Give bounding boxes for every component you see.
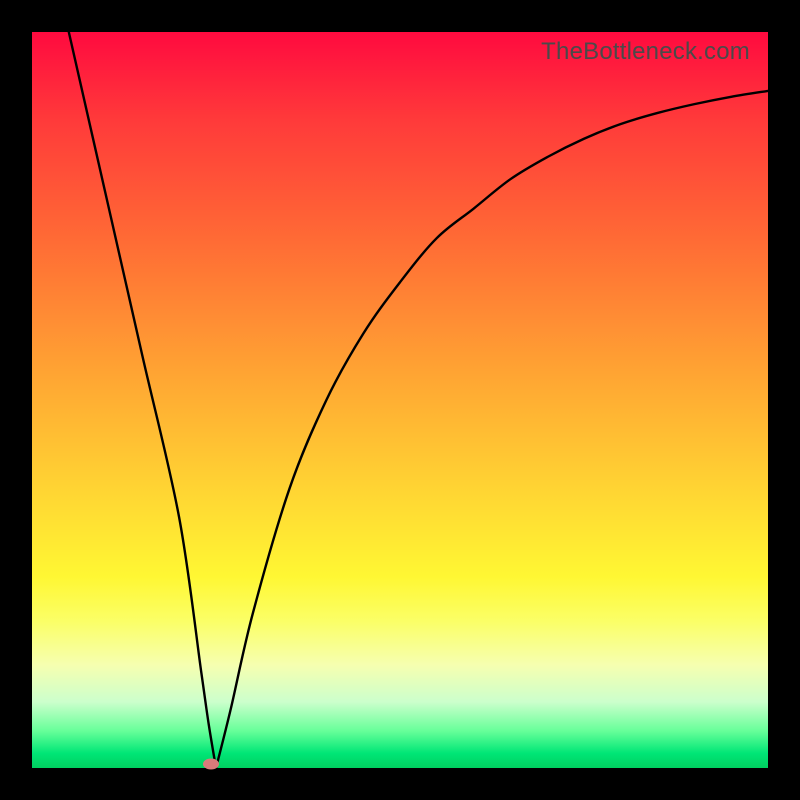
optimal-marker — [203, 759, 219, 770]
chart-frame: TheBottleneck.com — [0, 0, 800, 800]
plot-area: TheBottleneck.com — [32, 32, 768, 768]
bottleneck-curve — [32, 32, 768, 768]
